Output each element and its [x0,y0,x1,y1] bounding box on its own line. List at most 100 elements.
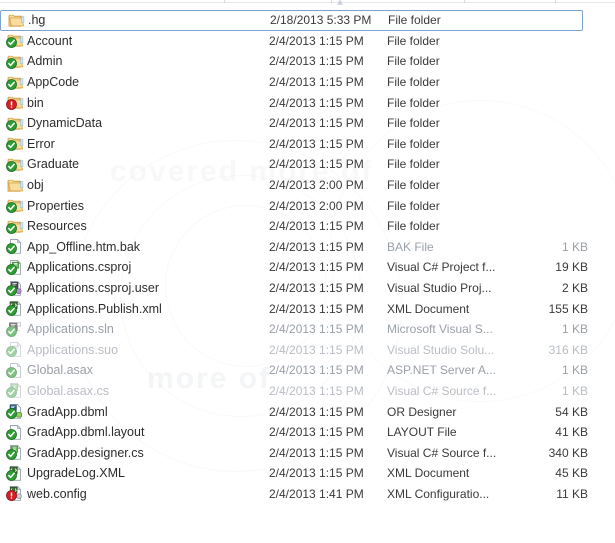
file-type-cell: File folder [387,116,440,131]
file-type-cell: File folder [387,178,440,193]
file-row[interactable]: GradApp.dbml 2/4/2013 1:15 PM OR Designer 5… [0,401,615,422]
file-type-cell: OR Designer [387,404,457,419]
file-row[interactable]: Graduate 2/4/2013 1:15 PM File folder [0,154,615,175]
file-name-cell: Applications.csproj [27,260,132,275]
folder-icon [6,94,24,111]
file-date-cell: 2/4/2013 1:15 PM [269,363,364,378]
file-name-cell: bin [27,95,44,110]
csharp-source-icon [6,444,24,461]
file-name-cell: Account [27,33,73,48]
file-size-cell: 19 KB [555,260,588,275]
file-row[interactable]: obj 2/4/2013 2:00 PM File folder [0,175,615,196]
file-type-cell: File folder [388,13,441,28]
file-row[interactable]: Global.asax.cs 2/4/2013 1:15 PM Visual C# … [0,381,615,402]
file-row[interactable]: Resources 2/4/2013 1:15 PM File folder [0,216,615,237]
file-type-cell: BAK File [387,239,434,254]
folder-icon [6,197,24,214]
file-icon-cell [0,94,26,111]
file-date-cell: 2/4/2013 1:15 PM [269,239,364,254]
file-icon-cell [0,177,26,194]
file-name-cell: Applications.sln [27,322,114,337]
file-row[interactable]: DynamicData 2/4/2013 1:15 PM File folder [0,113,615,134]
file-type-cell: File folder [387,157,440,172]
file-name-cell: App_Offline.htm.bak [27,239,141,254]
file-icon-cell [0,465,26,482]
file-type-cell: Microsoft Visual S... [387,322,493,337]
xml-document-icon [6,465,24,482]
folder-icon [8,12,25,29]
file-type-cell: ASP.NET Server A... [387,363,496,378]
folder-icon [6,135,24,152]
file-date-cell: 2/4/2013 1:15 PM [269,404,364,419]
file-name-cell: web.config [27,486,87,501]
sort-indicator-icon: ▲ [335,0,345,8]
file-icon-cell [0,32,26,49]
file-name-cell: Error [27,136,55,151]
file-size-cell: 1 KB [561,322,588,337]
file-type-cell: XML Configuratio... [387,486,490,501]
file-icon-cell [0,424,26,441]
file-icon-cell [0,115,26,132]
or-designer-icon [6,403,24,420]
file-type-cell: XML Document [387,466,470,481]
file-icon-cell [0,444,26,461]
file-row[interactable]: bin 2/4/2013 1:15 PM File folder [0,92,615,113]
file-size-cell: 45 KB [555,466,588,481]
file-name-cell: GradApp.designer.cs [27,445,144,460]
file-type-cell: Visual Studio Solu... [387,342,495,357]
file-row[interactable]: web.config 2/4/2013 1:41 PM XML Configurat… [0,484,615,505]
folder-icon [6,115,24,132]
blank-document-icon [6,362,24,379]
file-row[interactable]: App_Offline.htm.bak 2/4/2013 1:15 PM BAK F… [0,237,615,258]
file-row[interactable]: Applications.Publish.xml 2/4/2013 1:15 PM… [0,298,615,319]
file-date-cell: 2/4/2013 1:15 PM [269,33,364,48]
file-type-cell: File folder [387,198,440,213]
file-name-cell: Resources [27,219,87,234]
file-row[interactable]: Global.asax 2/4/2013 1:15 PM ASP.NET Serve… [0,360,615,381]
file-size-cell: 155 KB [548,301,588,316]
file-row[interactable]: Error 2/4/2013 1:15 PM File folder [0,134,615,155]
file-row[interactable]: Properties 2/4/2013 2:00 PM File folder [0,195,615,216]
file-type-cell: File folder [387,33,440,48]
file-size-cell: 1 KB [561,383,588,398]
file-name-cell: Global.asax.cs [27,383,109,398]
file-row[interactable]: GradApp.dbml.layout 2/4/2013 1:15 PM LAYOU… [0,422,615,443]
file-row[interactable]: Applications.suo 2/4/2013 1:15 PM Visual S… [0,340,615,361]
csharp-source-icon [6,382,24,399]
folder-icon [7,177,24,194]
folder-icon [6,74,24,91]
file-date-cell: 2/4/2013 1:15 PM [269,342,364,357]
file-row[interactable]: GradApp.designer.cs 2/4/2013 1:15 PM Visua… [0,442,615,463]
file-list-view[interactable]: covered more of more of ▲ .hg 2/18/2013 5… [0,0,615,543]
file-row[interactable]: Applications.csproj.user 2/4/2013 1:15 PM… [0,278,615,299]
file-row[interactable]: Account 2/4/2013 1:15 PM File folder [0,31,615,52]
folder-icon [6,156,24,173]
csharp-project-icon [6,259,24,276]
file-row[interactable]: Applications.csproj 2/4/2013 1:15 PM Visua… [0,257,615,278]
column-divider-type [464,0,465,3]
file-size-cell: 1 KB [561,363,588,378]
file-date-cell: 2/4/2013 1:15 PM [269,445,364,460]
file-row[interactable]: .hg 2/18/2013 5:33 PM File folder [0,10,583,31]
file-name-cell: AppCode [27,75,80,90]
file-icon-cell [0,403,26,420]
file-date-cell: 2/4/2013 1:15 PM [269,116,364,131]
file-size-cell: 340 KB [548,445,588,460]
file-name-cell: GradApp.dbml.layout [27,425,145,440]
folder-icon [6,32,24,49]
file-name-cell: UpgradeLog.XML [27,466,125,481]
file-date-cell: 2/4/2013 1:15 PM [269,260,364,275]
xml-config-icon [6,485,24,502]
file-row[interactable]: Applications.sln 2/4/2013 1:15 PM Microsof… [0,319,615,340]
file-size-cell: 41 KB [555,425,588,440]
file-row[interactable]: Admin 2/4/2013 1:15 PM File folder [0,51,615,72]
file-row[interactable]: AppCode 2/4/2013 1:15 PM File folder [0,72,615,93]
column-divider-size [555,0,556,3]
file-date-cell: 2/4/2013 1:15 PM [269,425,364,440]
file-date-cell: 2/4/2013 1:41 PM [269,486,364,501]
file-row[interactable]: UpgradeLog.XML 2/4/2013 1:15 PM XML Docume… [0,463,615,484]
file-type-cell: Visual C# Project f... [387,260,496,275]
file-name-cell: Graduate [27,157,80,172]
file-name-cell: obj [27,178,44,193]
file-name-cell: .hg [28,13,46,28]
